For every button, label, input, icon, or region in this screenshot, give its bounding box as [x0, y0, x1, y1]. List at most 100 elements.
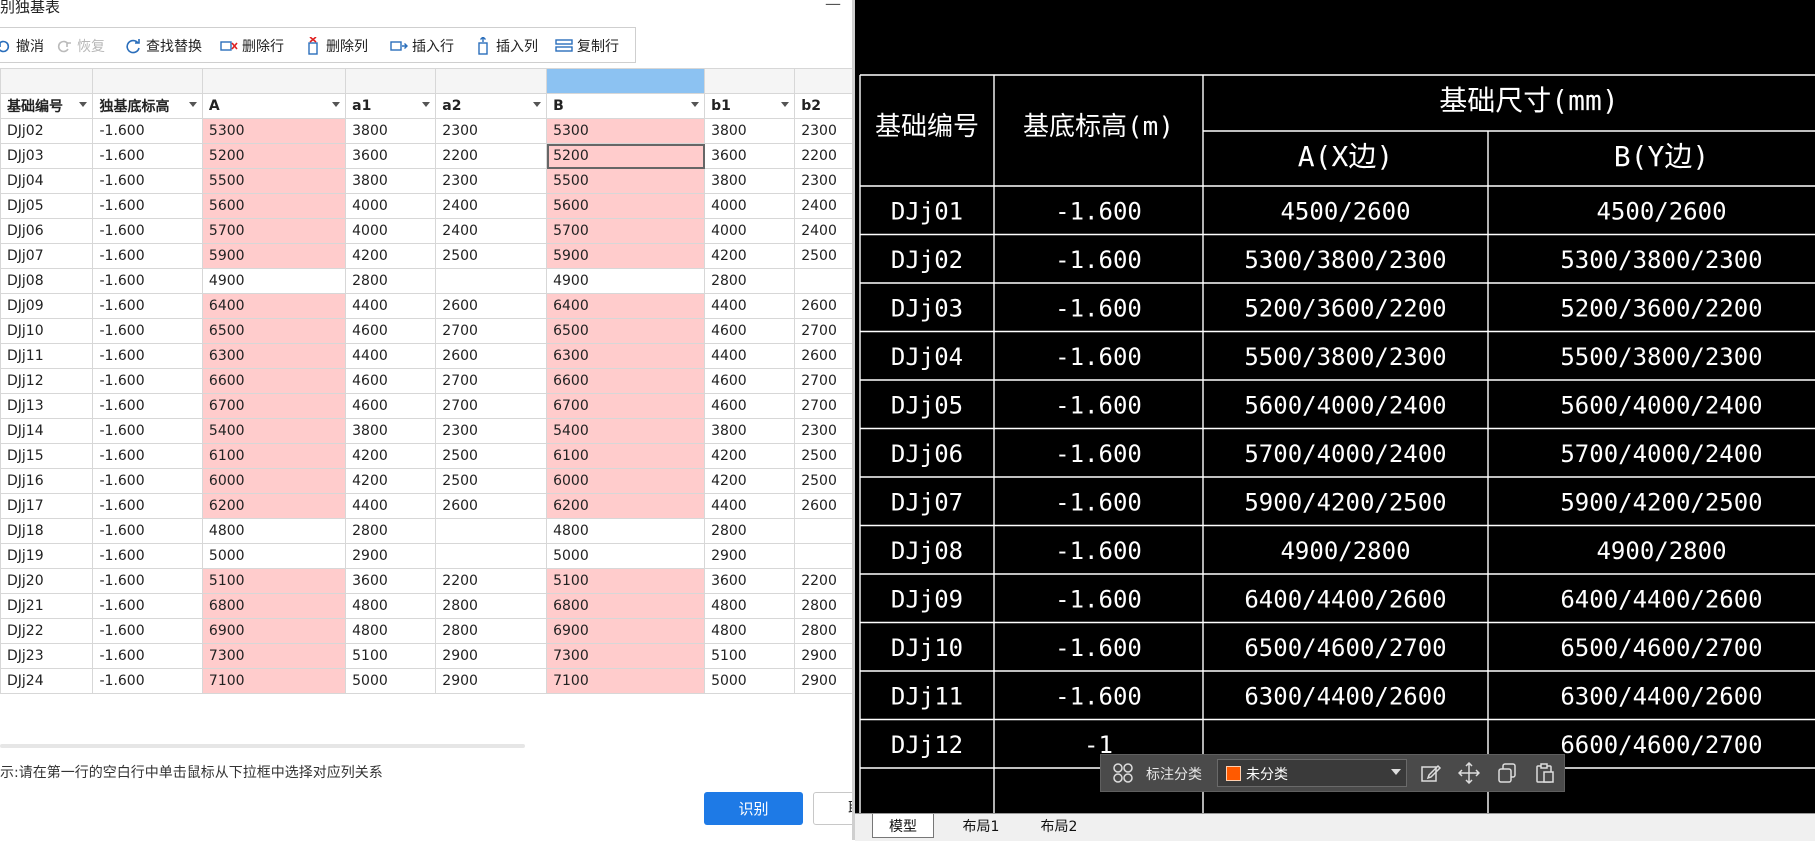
table-cell[interactable]: -1.600 [92, 218, 203, 244]
table-cell[interactable]: 5100 [704, 643, 796, 669]
table-cell[interactable]: DJj04 [0, 168, 94, 194]
table-cell[interactable]: 6800 [546, 593, 706, 619]
table-cell[interactable]: -1.600 [92, 118, 203, 144]
table-cell[interactable]: -1.600 [92, 243, 203, 269]
column-header[interactable]: a2 [435, 93, 548, 119]
table-cell[interactable]: 3800 [345, 118, 437, 144]
table-cell[interactable]: 7300 [546, 643, 706, 669]
cancel-button[interactable]: 取消 [813, 792, 855, 825]
table-cell[interactable]: 2200 [435, 143, 548, 169]
table-cell[interactable]: -1.600 [92, 393, 203, 419]
table-cell[interactable]: DJj11 [0, 343, 94, 369]
table-cell[interactable]: 2700 [794, 393, 855, 419]
table-cell[interactable]: 2900 [345, 543, 437, 569]
recognize-button[interactable]: 识别 [704, 792, 803, 825]
table-cell[interactable]: 2800 [435, 618, 548, 644]
table-cell[interactable]: DJj20 [0, 568, 94, 594]
table-cell[interactable]: 2400 [435, 218, 548, 244]
table-cell[interactable]: -1.600 [92, 168, 203, 194]
mapping-cell[interactable] [92, 68, 203, 94]
table-cell[interactable]: -1.600 [92, 343, 203, 369]
table-cell[interactable]: 6100 [546, 443, 706, 469]
table-cell[interactable]: 2600 [435, 343, 548, 369]
table-cell[interactable] [435, 518, 548, 544]
table-cell[interactable]: 5300 [546, 118, 706, 144]
table-cell[interactable]: 5300 [201, 118, 347, 144]
table-cell[interactable]: -1.600 [92, 193, 203, 219]
table-cell[interactable]: -1.600 [92, 268, 203, 294]
table-cell[interactable]: 2800 [345, 268, 437, 294]
table-cell[interactable]: 7100 [546, 668, 706, 694]
table-cell[interactable]: DJj19 [0, 543, 94, 569]
table-cell[interactable]: DJj23 [0, 643, 94, 669]
table-cell[interactable]: DJj22 [0, 618, 94, 644]
table-cell[interactable] [435, 268, 548, 294]
column-header[interactable]: 独基底标高 [92, 93, 203, 119]
table-cell[interactable]: 2300 [794, 168, 855, 194]
table-cell[interactable] [794, 268, 855, 294]
table-cell[interactable]: 5100 [546, 568, 706, 594]
table-cell[interactable]: 5500 [201, 168, 347, 194]
copy-row-button[interactable]: 复制行 [555, 36, 619, 56]
table-cell[interactable]: 6300 [201, 343, 347, 369]
horizontal-scrollbar[interactable] [0, 744, 525, 748]
tab-model[interactable]: 模型 [872, 814, 934, 838]
mapping-cell-selected[interactable] [546, 68, 706, 94]
table-cell[interactable]: 2500 [435, 243, 548, 269]
table-cell[interactable]: 5000 [345, 668, 437, 694]
table-cell[interactable]: 4800 [704, 618, 796, 644]
column-header[interactable]: b2 [794, 93, 855, 119]
grid-icon[interactable] [1112, 762, 1134, 784]
tab-layout2[interactable]: 布局2 [1028, 814, 1090, 838]
table-cell[interactable]: 5900 [546, 243, 706, 269]
column-header[interactable]: B [546, 93, 706, 119]
table-cell[interactable]: 2800 [794, 618, 855, 644]
table-cell[interactable]: 2800 [345, 518, 437, 544]
table-cell[interactable]: 2200 [435, 568, 548, 594]
delete-row-button[interactable]: 删除行 [220, 36, 284, 56]
dropdown-arrow-icon[interactable] [781, 102, 790, 107]
mapping-cell[interactable] [0, 68, 94, 94]
table-cell[interactable]: 2900 [704, 543, 796, 569]
table-cell[interactable]: 3800 [704, 118, 796, 144]
table-cell[interactable]: 3800 [345, 418, 437, 444]
table-cell[interactable]: 2700 [435, 368, 548, 394]
table-cell[interactable]: 4800 [704, 593, 796, 619]
table-cell[interactable]: -1.600 [92, 543, 203, 569]
table-cell[interactable]: -1.600 [92, 568, 203, 594]
table-cell[interactable]: 6700 [201, 393, 347, 419]
table-cell[interactable]: 5600 [201, 193, 347, 219]
table-cell[interactable]: 2600 [435, 293, 548, 319]
table-cell[interactable]: 4400 [704, 493, 796, 519]
table-cell[interactable]: 7100 [201, 668, 347, 694]
table-cell[interactable]: 2500 [794, 443, 855, 469]
table-cell[interactable]: 3800 [704, 168, 796, 194]
table-cell[interactable]: 6000 [201, 468, 347, 494]
insert-row-button[interactable]: 插入行 [390, 36, 454, 56]
table-cell[interactable]: 3800 [704, 418, 796, 444]
table-cell[interactable]: -1.600 [92, 418, 203, 444]
mapping-cell[interactable] [704, 68, 796, 94]
table-cell[interactable]: 2500 [435, 468, 548, 494]
table-cell[interactable]: 4800 [345, 593, 437, 619]
table-cell[interactable]: DJj18 [0, 518, 94, 544]
table-cell[interactable]: 6300 [546, 343, 706, 369]
table-cell[interactable]: 5400 [201, 418, 347, 444]
table-cell[interactable]: 2500 [794, 468, 855, 494]
table-cell[interactable]: DJj08 [0, 268, 94, 294]
table-cell[interactable]: 6100 [201, 443, 347, 469]
move-icon[interactable] [1457, 761, 1481, 785]
dropdown-arrow-icon[interactable] [533, 102, 542, 107]
edit-icon[interactable] [1420, 762, 1442, 784]
mapping-cell[interactable] [435, 68, 548, 94]
table-cell[interactable]: 2300 [435, 118, 548, 144]
table-cell[interactable]: 2700 [435, 318, 548, 344]
table-cell[interactable]: DJj05 [0, 193, 94, 219]
table-cell[interactable]: -1.600 [92, 143, 203, 169]
column-header[interactable]: 基础编号 [0, 93, 94, 119]
table-cell[interactable]: 5600 [546, 193, 706, 219]
table-cell[interactable]: 2700 [794, 318, 855, 344]
table-cell[interactable]: DJj17 [0, 493, 94, 519]
table-cell[interactable]: 4200 [704, 468, 796, 494]
table-cell[interactable]: 5700 [201, 218, 347, 244]
